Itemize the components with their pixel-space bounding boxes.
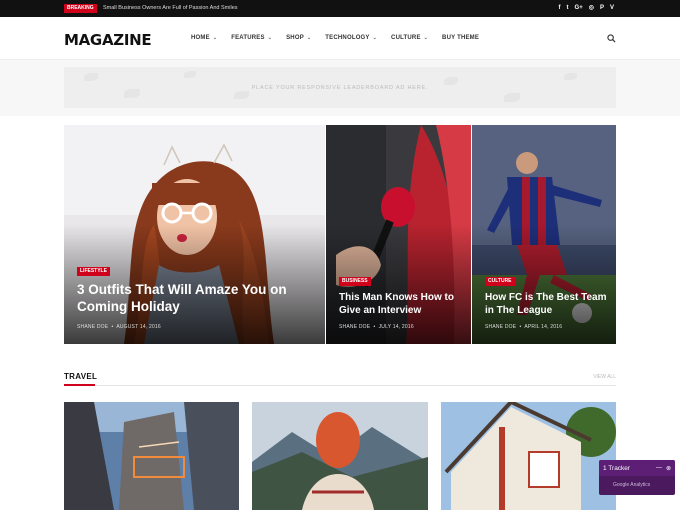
facebook-icon[interactable]: f: [559, 4, 561, 13]
featured-card-lifestyle[interactable]: Lifestyle 3 Outfits That Will Amaze You …: [64, 125, 325, 344]
ad-placeholder-text: Place your responsive leaderboard ad her…: [251, 84, 429, 91]
nav-item-buy-theme[interactable]: BUY THEME: [442, 35, 479, 41]
thumb-mountain-hat: [252, 402, 428, 510]
category-badge[interactable]: Business: [339, 277, 371, 286]
travel-section-header: TRAVEL View All: [64, 368, 616, 386]
nav-item-label: SHOP: [286, 35, 304, 41]
minimize-icon[interactable]: —: [656, 465, 662, 471]
travel-card-image-city[interactable]: [64, 402, 239, 510]
instagram-icon[interactable]: ◎: [589, 4, 594, 13]
meta-separator: •: [371, 324, 379, 330]
card-meta: Shane Doe • April 14, 2016: [485, 324, 562, 330]
decor-leaf: [124, 89, 140, 98]
google-plus-icon[interactable]: G+: [575, 4, 583, 13]
site-logo[interactable]: MAGAZINE: [64, 31, 152, 49]
author-name[interactable]: Shane Doe: [77, 324, 108, 330]
nav-item-label: BUY THEME: [442, 35, 480, 41]
featured-card-culture[interactable]: Culture How FC is The Best Team in The L…: [472, 125, 616, 344]
thumb-city-cafe: [64, 402, 239, 510]
decor-leaf: [234, 91, 249, 99]
main-nav: HOME ⌄ FEATURES ⌄ SHOP ⌄ TECHNOLOGY ⌄ CULTUR…: [191, 35, 479, 41]
nav-item-shop[interactable]: SHOP ⌄: [286, 35, 311, 41]
card-meta: Shane Doe • August 14, 2016: [77, 324, 161, 330]
vimeo-icon[interactable]: V: [610, 4, 614, 13]
category-badge[interactable]: Culture: [485, 277, 515, 286]
nav-item-culture[interactable]: CULTURE ⌄: [391, 35, 428, 41]
twitter-icon[interactable]: t: [567, 4, 569, 13]
card-meta: Shane Doe • July 14, 2016: [339, 324, 414, 330]
category-badge[interactable]: Lifestyle: [77, 267, 110, 276]
site-header: MAGAZINE HOME ⌄ FEATURES ⌄ SHOP ⌄ TECHNOLOG…: [0, 17, 680, 60]
nav-item-home[interactable]: HOME ⌄: [191, 35, 217, 41]
nav-item-technology[interactable]: TECHNOLOGY ⌄: [325, 35, 377, 41]
nav-item-label: FEATURES: [231, 35, 265, 41]
post-date: July 14, 2016: [378, 324, 414, 330]
breaking-badge: Breaking: [64, 4, 97, 13]
nav-item-features[interactable]: FEATURES ⌄: [231, 35, 272, 41]
post-date: August 14, 2016: [116, 324, 161, 330]
pinterest-icon[interactable]: P: [600, 4, 604, 13]
close-icon[interactable]: ⊗: [666, 465, 671, 472]
decor-leaf: [184, 71, 196, 78]
section-title[interactable]: TRAVEL: [64, 372, 97, 381]
author-name[interactable]: Shane Doe: [485, 324, 516, 330]
decor-leaf: [504, 93, 520, 102]
chevron-down-icon: ⌄: [212, 35, 218, 41]
nav-item-label: TECHNOLOGY: [325, 35, 370, 41]
tracker-count: 1 Tracker: [603, 464, 631, 472]
travel-card-image-house[interactable]: [441, 402, 616, 510]
breaking-ticker-link[interactable]: Small Business Owners Are Full of Passio…: [103, 4, 238, 13]
search-icon[interactable]: [607, 34, 616, 43]
leaderboard-ad[interactable]: Place your responsive leaderboard ad her…: [64, 67, 616, 108]
view-all-link[interactable]: View All: [593, 374, 616, 380]
card-title[interactable]: 3 Outfits That Will Amaze You on Coming …: [77, 282, 317, 316]
nav-item-label: CULTURE: [391, 35, 421, 41]
thumb-house: [441, 402, 616, 510]
card-title[interactable]: This Man Knows How to Give an Interview: [339, 292, 467, 317]
tracker-widget[interactable]: 1 Tracker — ⊗ Google Analytics: [599, 460, 675, 495]
chevron-down-icon: ⌄: [267, 35, 273, 41]
featured-card-business[interactable]: Business This Man Knows How to Give an I…: [326, 125, 471, 344]
post-date: April 14, 2016: [524, 324, 563, 330]
decor-leaf: [444, 77, 458, 85]
section-underline: [64, 384, 95, 386]
ad-band: Place your responsive leaderboard ad her…: [0, 60, 680, 116]
tracker-header: 1 Tracker — ⊗: [599, 460, 675, 476]
card-title[interactable]: How FC is The Best Team in The League: [485, 292, 610, 317]
decor-leaf: [564, 73, 577, 80]
chevron-down-icon: ⌄: [372, 35, 378, 41]
nav-item-label: HOME: [191, 35, 210, 41]
top-bar: Breaking Small Business Owners Are Full …: [0, 0, 680, 17]
chevron-down-icon: ⌄: [306, 35, 312, 41]
author-name[interactable]: Shane Doe: [339, 324, 370, 330]
decor-leaf: [84, 73, 98, 81]
social-links: f t G+ ◎ P V: [559, 4, 614, 13]
travel-card-image-mountain[interactable]: [252, 402, 428, 510]
tracker-name: Google Analytics: [613, 482, 651, 488]
chevron-down-icon: ⌄: [423, 35, 429, 41]
